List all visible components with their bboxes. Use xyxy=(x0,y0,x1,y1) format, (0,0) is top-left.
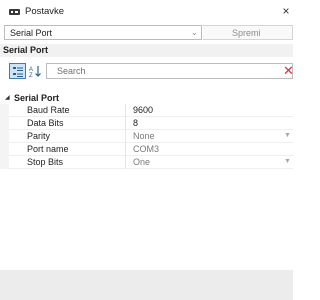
expand-triangle-icon[interactable]: ◢ xyxy=(5,94,10,101)
svg-text:Z: Z xyxy=(29,73,33,79)
close-button[interactable]: × xyxy=(280,4,292,18)
clear-search-icon[interactable]: ✕ xyxy=(283,63,294,79)
chevron-down-icon: ⌄ xyxy=(191,28,198,37)
property-value-baud-rate[interactable]: 9600 xyxy=(133,105,153,115)
dropdown-arrow-icon[interactable]: ▼ xyxy=(284,132,291,139)
toolbar: Serial Port ⌄ Spremi xyxy=(0,25,293,41)
sort-alphabetical-icon: A Z xyxy=(29,66,41,79)
property-value-port-name[interactable]: COM3 xyxy=(133,144,159,154)
description-pane xyxy=(0,270,293,300)
dropdown-arrow-icon[interactable]: ▼ xyxy=(284,158,291,165)
title-bar: Postavke × xyxy=(0,0,293,22)
property-row-data-bits[interactable]: Data Bits 8 xyxy=(0,117,293,130)
categorized-view-icon xyxy=(13,67,23,77)
property-value-data-bits[interactable]: 8 xyxy=(133,118,138,128)
property-name: Baud Rate xyxy=(27,105,70,115)
property-grid-toolbar: A Z Search ✕ xyxy=(0,60,294,80)
property-name: Parity xyxy=(27,131,51,141)
search-placeholder: Search xyxy=(57,66,86,76)
window-title: Postavke xyxy=(25,6,65,17)
property-search-input[interactable]: Search ✕ xyxy=(46,63,294,79)
save-button-label: Spremi xyxy=(232,28,261,38)
categorized-view-button[interactable] xyxy=(9,63,26,79)
app-icon xyxy=(9,9,20,15)
save-button[interactable]: Spremi xyxy=(203,25,293,40)
property-value-parity[interactable]: None xyxy=(133,131,155,141)
property-row-stop-bits[interactable]: Stop Bits One ▼ xyxy=(0,156,293,169)
property-name: Data Bits xyxy=(27,118,64,128)
property-name: Stop Bits xyxy=(27,157,64,167)
property-grid-heading: Serial Port xyxy=(0,44,293,57)
property-row-port-name[interactable]: Port name COM3 xyxy=(0,143,293,156)
property-grid: ◢ Serial Port Baud Rate 9600 Data Bits 8… xyxy=(0,93,293,169)
selected-object-title: Serial Port xyxy=(3,45,49,55)
category-label: Serial Port xyxy=(14,93,60,103)
property-row-parity[interactable]: Parity None ▼ xyxy=(0,130,293,143)
property-name: Port name xyxy=(27,144,69,154)
object-select[interactable]: Serial Port ⌄ xyxy=(4,25,202,40)
object-select-value: Serial Port xyxy=(10,28,53,38)
property-value-stop-bits[interactable]: One xyxy=(133,157,150,167)
property-row-baud-rate[interactable]: Baud Rate 9600 xyxy=(0,104,293,117)
alphabetical-view-button[interactable]: A Z xyxy=(28,63,43,79)
category-row-serial-port[interactable]: ◢ Serial Port xyxy=(0,93,293,104)
